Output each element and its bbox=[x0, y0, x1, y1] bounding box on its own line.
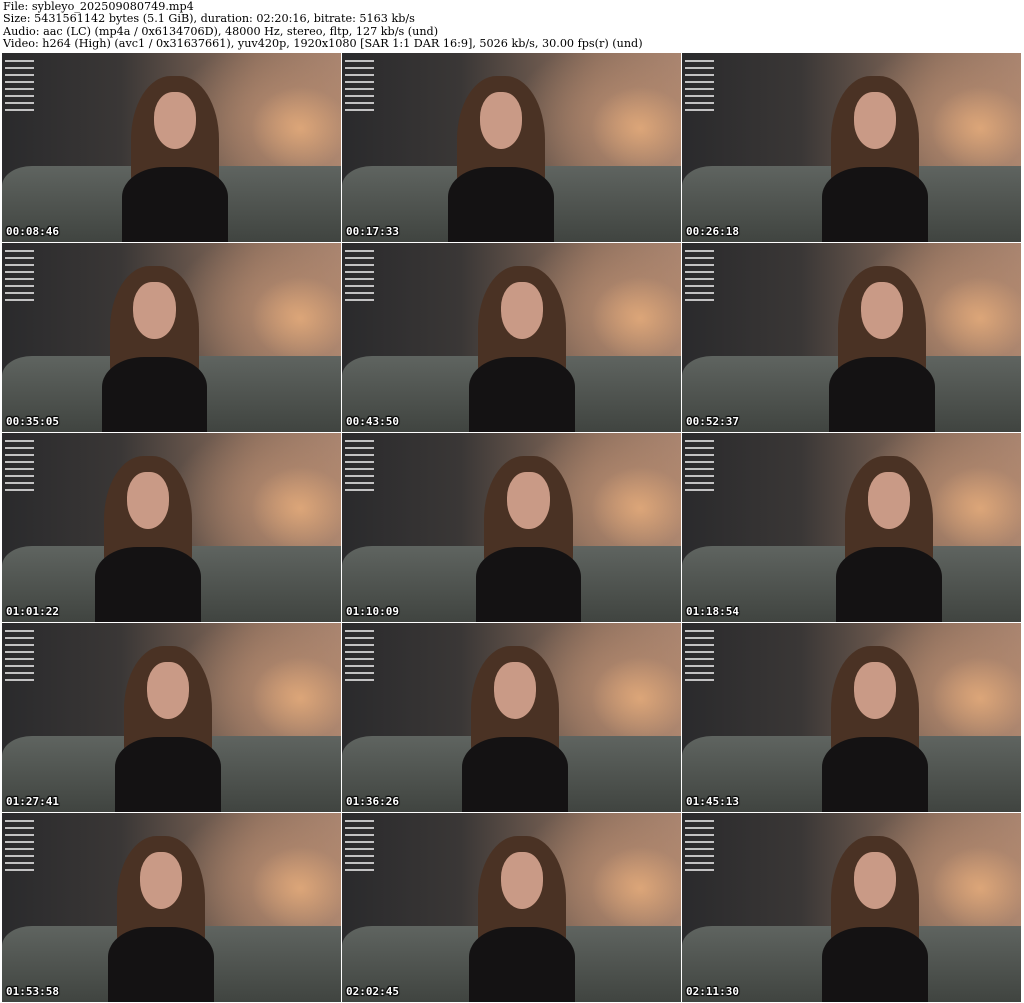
stream-overlay-panel bbox=[685, 245, 727, 315]
dress bbox=[822, 167, 929, 242]
person bbox=[475, 455, 582, 622]
face bbox=[133, 282, 176, 339]
stream-overlay-panel bbox=[345, 55, 387, 125]
face bbox=[500, 852, 543, 909]
person bbox=[822, 75, 929, 242]
dress bbox=[822, 737, 929, 812]
dress bbox=[468, 357, 575, 432]
dress bbox=[829, 357, 935, 432]
frame-timestamp: 01:01:22 bbox=[6, 605, 59, 618]
frame-timestamp: 00:26:18 bbox=[686, 225, 739, 238]
frame-timestamp: 00:43:50 bbox=[346, 415, 399, 428]
face bbox=[140, 852, 183, 909]
face bbox=[126, 472, 169, 529]
person bbox=[448, 75, 555, 242]
frame-timestamp: 01:53:58 bbox=[6, 985, 59, 998]
video-frame-thumbnail: 00:43:50 bbox=[342, 243, 681, 432]
video-frame-thumbnail: 01:18:54 bbox=[682, 433, 1021, 622]
thumbnail-grid: 00:08:46 00:17:33 00:26:18 00:35:05 00:43:50… bbox=[2, 53, 1021, 1002]
stream-overlay-panel bbox=[685, 815, 727, 885]
stream-overlay-panel bbox=[345, 245, 387, 315]
person bbox=[94, 455, 201, 622]
person bbox=[115, 645, 221, 812]
frame-timestamp: 00:17:33 bbox=[346, 225, 399, 238]
file-info-header: File: sybleyo_202509080749.mp4 Size: 543… bbox=[3, 0, 643, 51]
face bbox=[867, 472, 910, 529]
face bbox=[153, 92, 197, 149]
dress bbox=[475, 547, 582, 622]
dress bbox=[822, 927, 929, 1002]
person bbox=[122, 75, 228, 242]
frame-timestamp: 02:11:30 bbox=[686, 985, 739, 998]
frame-timestamp: 01:27:41 bbox=[6, 795, 59, 808]
frame-timestamp: 00:08:46 bbox=[6, 225, 59, 238]
face bbox=[854, 662, 897, 719]
video-frame-thumbnail: 01:01:22 bbox=[2, 433, 341, 622]
stream-overlay-panel bbox=[345, 435, 387, 505]
face bbox=[493, 662, 537, 719]
frame-timestamp: 01:36:26 bbox=[346, 795, 399, 808]
face bbox=[500, 282, 543, 339]
stream-overlay-panel bbox=[345, 625, 387, 695]
video-frame-thumbnail: 01:36:26 bbox=[342, 623, 681, 812]
stream-overlay-panel bbox=[5, 435, 47, 505]
video-frame-thumbnail: 01:45:13 bbox=[682, 623, 1021, 812]
dress bbox=[468, 927, 575, 1002]
stream-overlay-panel bbox=[685, 435, 727, 505]
video-frame-thumbnail: 01:27:41 bbox=[2, 623, 341, 812]
frame-timestamp: 01:18:54 bbox=[686, 605, 739, 618]
video-frame-thumbnail: 00:17:33 bbox=[342, 53, 681, 242]
person bbox=[101, 265, 208, 432]
face bbox=[854, 92, 897, 149]
video-frame-thumbnail: 00:26:18 bbox=[682, 53, 1021, 242]
stream-overlay-panel bbox=[5, 625, 47, 695]
person bbox=[108, 835, 215, 1002]
face bbox=[860, 282, 904, 339]
stream-overlay-panel bbox=[685, 625, 727, 695]
frame-timestamp: 00:52:37 bbox=[686, 415, 739, 428]
dress bbox=[122, 167, 228, 242]
video-frame-thumbnail: 02:02:45 bbox=[342, 813, 681, 1002]
person bbox=[468, 265, 575, 432]
person bbox=[822, 835, 929, 1002]
person bbox=[822, 645, 929, 812]
dress bbox=[101, 357, 208, 432]
person bbox=[829, 265, 935, 432]
frame-timestamp: 02:02:45 bbox=[346, 985, 399, 998]
video-info: Video: h264 (High) (avc1 / 0x31637661), … bbox=[3, 37, 643, 51]
dress bbox=[448, 167, 555, 242]
frame-timestamp: 00:35:05 bbox=[6, 415, 59, 428]
video-frame-thumbnail: 00:08:46 bbox=[2, 53, 341, 242]
stream-overlay-panel bbox=[5, 815, 47, 885]
file-size-info: Size: 5431561142 bytes (5.1 GiB), durati… bbox=[3, 12, 415, 26]
frame-timestamp: 01:45:13 bbox=[686, 795, 739, 808]
video-frame-thumbnail: 02:11:30 bbox=[682, 813, 1021, 1002]
face bbox=[507, 472, 550, 529]
face bbox=[146, 662, 190, 719]
video-frame-thumbnail: 00:52:37 bbox=[682, 243, 1021, 432]
stream-overlay-panel bbox=[5, 55, 47, 125]
video-frame-thumbnail: 01:10:09 bbox=[342, 433, 681, 622]
person bbox=[835, 455, 942, 622]
face bbox=[480, 92, 523, 149]
face bbox=[854, 852, 897, 909]
dress bbox=[94, 547, 201, 622]
dress bbox=[835, 547, 942, 622]
dress bbox=[462, 737, 568, 812]
stream-overlay-panel bbox=[345, 815, 387, 885]
dress bbox=[115, 737, 221, 812]
frame-timestamp: 01:10:09 bbox=[346, 605, 399, 618]
stream-overlay-panel bbox=[685, 55, 727, 125]
person bbox=[468, 835, 575, 1002]
dress bbox=[108, 927, 215, 1002]
person bbox=[462, 645, 568, 812]
video-frame-thumbnail: 01:53:58 bbox=[2, 813, 341, 1002]
stream-overlay-panel bbox=[5, 245, 47, 315]
video-frame-thumbnail: 00:35:05 bbox=[2, 243, 341, 432]
